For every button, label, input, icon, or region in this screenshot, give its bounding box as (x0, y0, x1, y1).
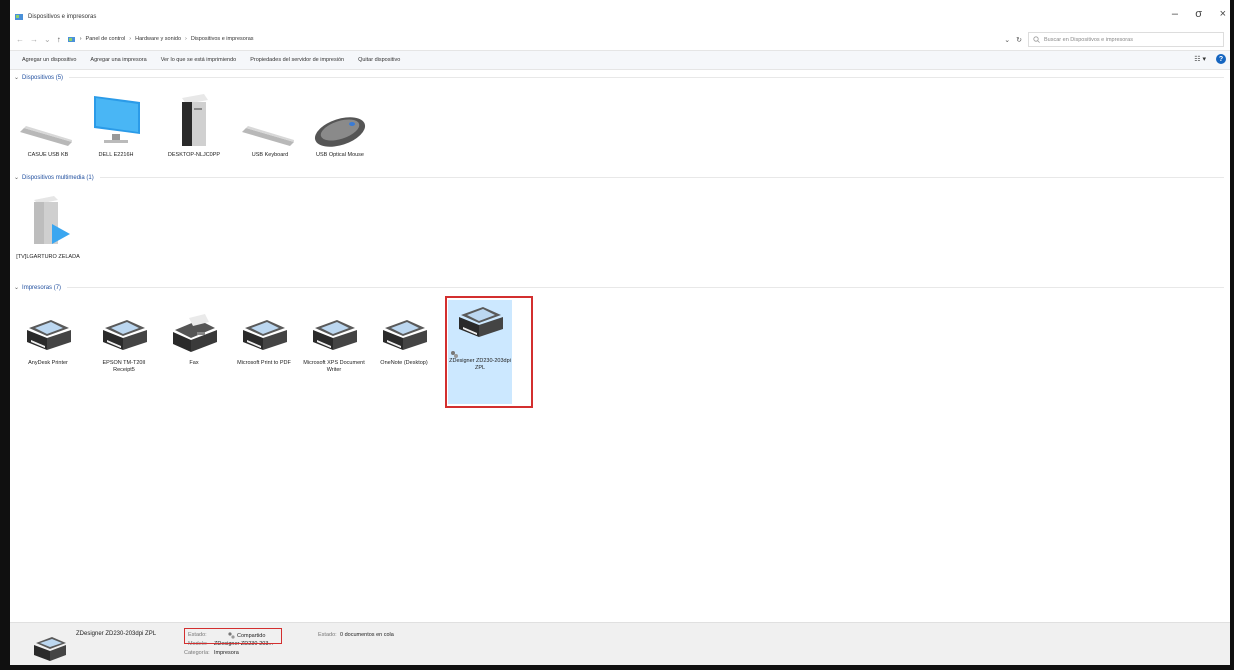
add-device-button[interactable]: Agregar un dispositivo (22, 57, 76, 63)
keyboard-icon (242, 126, 294, 146)
keyboard-icon (20, 126, 72, 146)
chevron-down-icon: ⌄ (14, 75, 20, 81)
breadcrumb-sep: › (129, 36, 132, 42)
devices-section-header[interactable]: ⌄ Dispositivos (5) (14, 74, 1224, 81)
device-label: USB Optical Mouse (316, 152, 364, 158)
breadcrumb-devices[interactable]: Dispositivos e impresoras (191, 36, 254, 42)
media-server-icon (34, 196, 70, 244)
printer-icon (34, 637, 66, 661)
help-button[interactable]: ? (1216, 54, 1226, 64)
close-button[interactable]: × (1220, 8, 1226, 20)
right-frame (1230, 0, 1234, 670)
highlight-selected-printer (445, 296, 533, 408)
maximize-button[interactable]: σ (1195, 8, 1202, 20)
desktop-tower-icon (182, 94, 208, 146)
printer-item[interactable]: OneNote (Desktop) (372, 298, 436, 367)
device-item[interactable]: DELL E2216H (84, 90, 148, 159)
control-panel-icon (15, 14, 23, 20)
highlight-estado (184, 628, 282, 644)
explorer-window: Dispositivos e impresoras – σ × ← → ⌄ ↑ … (10, 6, 1230, 664)
queue-value: 0 documentos en cola (340, 632, 394, 638)
search-icon (1033, 36, 1040, 43)
address-dropdown-button[interactable]: ⌄ (1004, 36, 1010, 44)
refresh-button[interactable]: ↻ (1016, 36, 1022, 44)
multimedia-item[interactable]: [TV]LGARTURO ZELADA (16, 192, 80, 261)
breadcrumb-hardware[interactable]: Hardware y sonido (135, 36, 181, 42)
add-printer-button[interactable]: Agregar una impresora (90, 57, 146, 63)
up-button[interactable]: ↑ (57, 35, 61, 44)
forward-button[interactable]: → (30, 35, 38, 44)
printer-icon (27, 320, 71, 350)
printer-icon (383, 320, 427, 350)
device-label: DELL E2216H (98, 152, 134, 158)
title-bar: Dispositivos e impresoras – σ × (10, 6, 1230, 28)
printer-icon (243, 320, 287, 350)
command-bar: Agregar un dispositivo Agregar una impre… (10, 50, 1230, 70)
view-options-button[interactable]: ☷ ▾ (1194, 55, 1206, 63)
section-title: Dispositivos multimedia (1) (22, 174, 94, 181)
printer-item[interactable]: Microsoft XPS Document Writer (302, 298, 366, 374)
queue-label: Estado: (318, 632, 337, 638)
printer-label: Microsoft XPS Document Writer (303, 360, 365, 373)
minimize-button[interactable]: – (1172, 8, 1178, 20)
printer-item[interactable]: EPSON TM-T20II Receipt5 (92, 298, 156, 374)
divider (67, 287, 1224, 288)
section-title: Dispositivos (5) (22, 74, 64, 81)
device-label: USB Keyboard (251, 152, 289, 158)
printer-item[interactable]: AnyDesk Printer (16, 298, 80, 367)
chevron-down-icon: ⌄ (14, 285, 20, 291)
back-button[interactable]: ← (16, 35, 24, 44)
left-frame (0, 0, 10, 670)
control-panel-icon (67, 36, 75, 42)
see-printing-button[interactable]: Ver lo que se está imprimiendo (161, 57, 237, 63)
printer-label: OneNote (Desktop) (380, 360, 428, 366)
printer-label: Microsoft Print to PDF (237, 360, 291, 366)
details-name: ZDesigner ZD230-203dpi ZPL (76, 631, 157, 637)
search-input[interactable]: Buscar en Dispositivos e impresoras (1028, 32, 1224, 47)
device-label: DESKTOP-NLJC0PP (167, 152, 221, 158)
section-title: Impresoras (7) (22, 284, 62, 291)
chevron-down-icon: ⌄ (14, 175, 20, 181)
address-bar: ← → ⌄ ↑ › Panel de control › Hardware y … (10, 28, 1230, 50)
search-placeholder: Buscar en Dispositivos e impresoras (1044, 36, 1133, 43)
category-value: Impresora (214, 650, 239, 656)
mouse-icon (314, 117, 366, 147)
device-label: CASUE USB KB (27, 152, 69, 158)
device-item[interactable]: USB Keyboard (238, 90, 302, 159)
device-item[interactable]: DESKTOP-NLJC0PP (162, 90, 226, 159)
printer-label: Fax (189, 360, 199, 366)
printers-section-header[interactable]: ⌄ Impresoras (7) (14, 284, 1224, 291)
category-label: Categoría: (184, 650, 210, 656)
fax-icon (173, 314, 217, 352)
printer-item[interactable]: Fax (162, 298, 226, 367)
printer-item[interactable]: Microsoft Print to PDF (232, 298, 296, 367)
breadcrumb-sep: › (185, 36, 187, 42)
printer-icon (313, 320, 357, 350)
remove-device-button[interactable]: Quitar dispositivo (358, 57, 400, 63)
breadcrumb-control-panel[interactable]: Panel de control (86, 36, 126, 42)
recent-locations-button[interactable]: ⌄ (44, 35, 51, 44)
multimedia-section-header[interactable]: ⌄ Dispositivos multimedia (1) (14, 174, 1224, 181)
printer-label: AnyDesk Printer (28, 360, 68, 366)
device-item[interactable]: USB Optical Mouse (308, 90, 372, 159)
print-server-properties-button[interactable]: Propiedades del servidor de impresión (250, 57, 344, 63)
multimedia-label: [TV]LGARTURO ZELADA (16, 254, 80, 260)
printer-label: EPSON TM-T20II Receipt5 (102, 360, 146, 373)
breadcrumb-sep: › (79, 36, 82, 42)
divider (99, 177, 1224, 178)
divider (69, 77, 1224, 78)
window-title: Dispositivos e impresoras (28, 14, 97, 20)
breadcrumb: › Panel de control › Hardware y sonido ›… (80, 36, 254, 42)
monitor-icon (94, 96, 140, 143)
device-item[interactable]: CASUE USB KB (16, 90, 80, 159)
printer-icon (103, 320, 147, 350)
